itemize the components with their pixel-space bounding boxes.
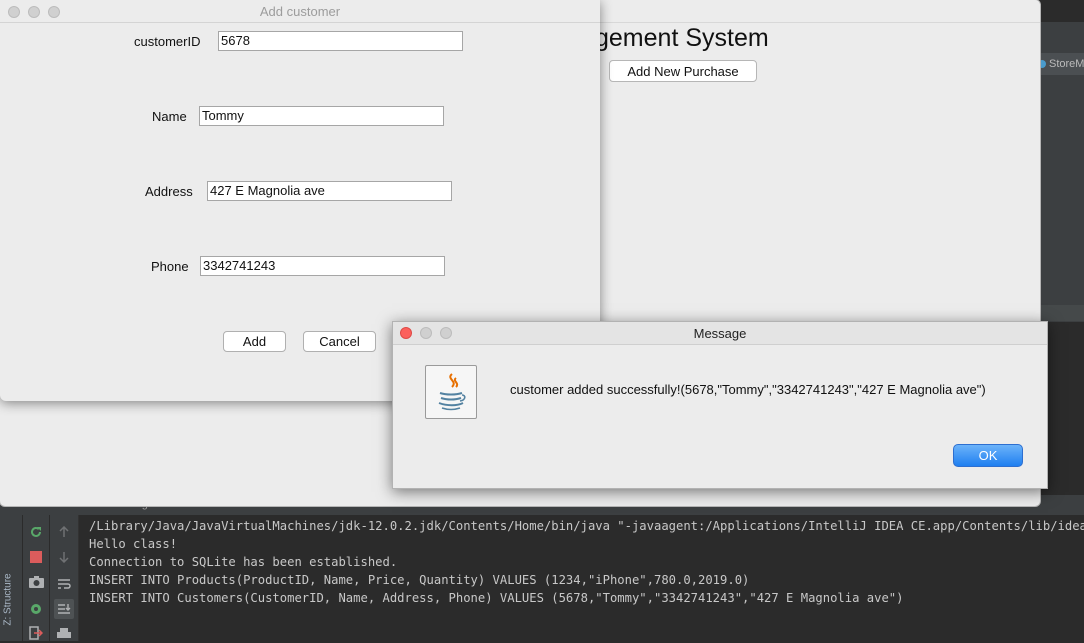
message-dialog: Message customer added successfully!(567… — [392, 321, 1048, 489]
print-icon[interactable] — [55, 625, 73, 643]
add-customer-titlebar: Add customer — [0, 0, 600, 23]
console-line: INSERT INTO Products(ProductID, Name, Pr… — [89, 573, 750, 587]
console-line: /Library/Java/JavaVirtualMachines/jdk-12… — [89, 519, 1084, 533]
run-toolbar — [23, 515, 49, 641]
ok-button[interactable]: OK — [953, 444, 1023, 467]
address-field[interactable]: 427 E Magnolia ave — [207, 181, 452, 201]
console-line: INSERT INTO Customers(CustomerID, Name, … — [89, 591, 904, 605]
structure-tool-tab[interactable]: Z: Structure — [2, 570, 20, 640]
message-title: Message — [693, 326, 747, 341]
message-titlebar: Message — [393, 322, 1047, 345]
name-field[interactable]: Tommy — [199, 106, 444, 126]
rerun-icon[interactable] — [27, 523, 45, 541]
scroll-to-end-icon[interactable] — [54, 599, 74, 619]
main-heading: gement System — [595, 24, 769, 52]
up-arrow-icon[interactable] — [55, 523, 73, 541]
java-icon — [425, 365, 477, 419]
ide-editor-tab-label: StoreM — [1049, 58, 1084, 70]
structure-label: Z: Structure — [2, 573, 14, 626]
down-arrow-icon[interactable] — [55, 548, 73, 566]
debug-settings-icon[interactable] — [27, 600, 45, 618]
add-button[interactable]: Add — [223, 331, 286, 352]
run-toolbar-secondary — [50, 515, 79, 641]
console-output[interactable]: /Library/Java/JavaVirtualMachines/jdk-12… — [80, 515, 1084, 641]
customer-id-field[interactable]: 5678 — [218, 31, 463, 51]
ide-editor-tab[interactable]: StoreM — [1034, 53, 1084, 75]
ide-divider — [1040, 305, 1084, 321]
soft-wrap-icon[interactable] — [55, 575, 73, 593]
phone-label: Phone — [151, 259, 189, 274]
message-text: customer added successfully!(5678,"Tommy… — [510, 382, 986, 397]
camera-icon[interactable] — [27, 573, 45, 591]
customer-id-label: customerID — [134, 34, 201, 49]
cancel-button[interactable]: Cancel — [303, 331, 376, 352]
exit-icon[interactable] — [27, 624, 45, 642]
address-label: Address — [145, 184, 193, 199]
stop-icon[interactable] — [27, 548, 45, 566]
console-line: Hello class! — [89, 537, 178, 551]
phone-field[interactable]: 3342741243 — [200, 256, 445, 276]
add-new-purchase-button[interactable]: Add New Purchase — [609, 60, 757, 82]
console-line: Connection to SQLite has been establishe… — [89, 555, 398, 569]
name-label: Name — [152, 109, 187, 124]
add-customer-title: Add customer — [259, 4, 341, 19]
